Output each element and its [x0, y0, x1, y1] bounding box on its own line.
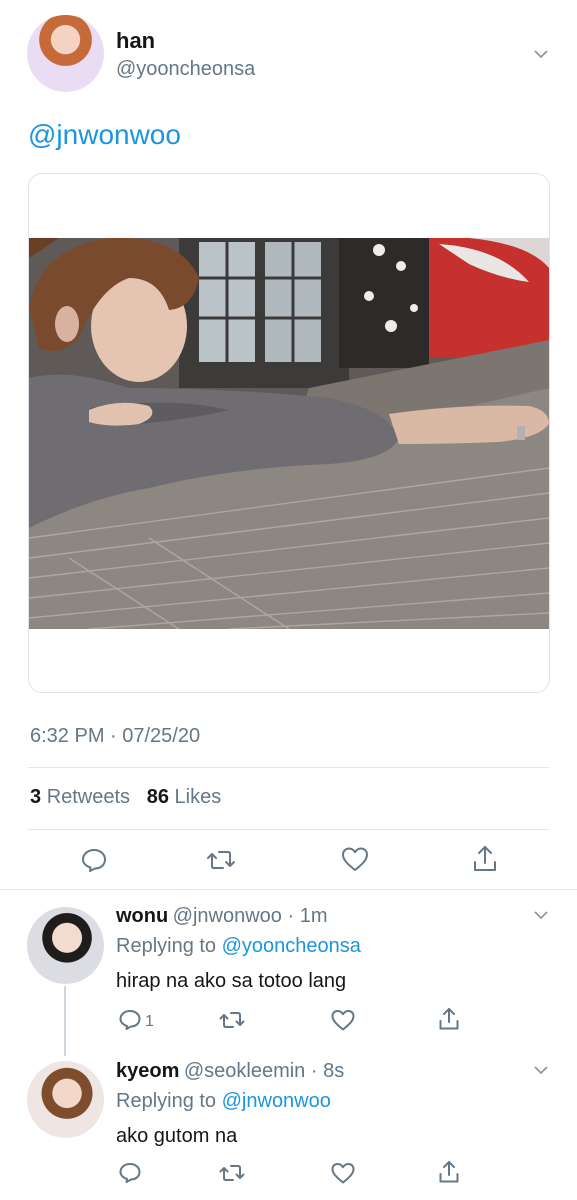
tweet-timestamp[interactable]: 6:32 PM · 07/25/20	[30, 725, 200, 748]
tweet-mention-link[interactable]: @jnwonwoo	[28, 119, 181, 151]
avatar[interactable]	[27, 907, 104, 984]
retweets-stat[interactable]: 3 Retweets	[30, 786, 130, 808]
retweets-count: 3	[30, 786, 42, 808]
chevron-down-icon[interactable]	[533, 907, 549, 923]
display-name[interactable]: wonu	[116, 905, 168, 927]
reply-icon[interactable]	[118, 1161, 142, 1185]
heart-icon[interactable]	[330, 1161, 356, 1185]
thread-line	[64, 986, 66, 1056]
replying-prefix: Replying to	[116, 935, 217, 957]
replying-to-link[interactable]: @yooncheonsa	[222, 935, 361, 957]
section-divider	[0, 889, 577, 890]
reply-header: kyeom @seokleemin · 8s	[116, 1060, 344, 1083]
reply-icon[interactable]	[118, 1008, 142, 1032]
retweets-label: Retweets	[46, 786, 131, 808]
share-icon[interactable]	[437, 1006, 461, 1032]
handle[interactable]: @yooncheonsa	[116, 58, 255, 81]
divider	[28, 767, 549, 768]
heart-icon[interactable]	[340, 845, 370, 873]
retweet-icon[interactable]	[218, 1161, 246, 1185]
replying-to-link[interactable]: @jnwonwoo	[222, 1090, 331, 1112]
retweet-icon[interactable]	[218, 1008, 246, 1032]
heart-icon[interactable]	[330, 1008, 356, 1032]
likes-label: Likes	[174, 786, 222, 808]
share-icon[interactable]	[437, 1159, 461, 1185]
reply-count: 1	[145, 1013, 154, 1030]
share-icon[interactable]	[471, 844, 499, 874]
photo-illustration	[29, 238, 549, 629]
reply-icon[interactable]	[80, 846, 108, 874]
handle-time[interactable]: @seokleemin · 8s	[184, 1060, 344, 1082]
avatar[interactable]	[27, 1061, 104, 1138]
reply-text: ako gutom na	[116, 1125, 238, 1147]
replying-to: Replying to @jnwonwoo	[116, 1090, 331, 1113]
replying-prefix: Replying to	[116, 1090, 217, 1112]
tweet-photo[interactable]	[29, 238, 549, 629]
likes-count: 86	[146, 786, 169, 808]
likes-stat[interactable]: 86 Likes	[147, 786, 222, 808]
reply-text: hirap na ako sa totoo lang	[116, 970, 347, 992]
replying-to: Replying to @yooncheonsa	[116, 935, 361, 958]
engagement-stats: 3 Retweets 86 Likes	[30, 786, 221, 809]
avatar[interactable]	[27, 15, 104, 92]
chevron-down-icon[interactable]	[533, 1062, 549, 1078]
display-name[interactable]: han	[116, 28, 155, 54]
display-name[interactable]: kyeom	[116, 1060, 179, 1082]
media-card[interactable]	[28, 173, 550, 693]
retweet-icon[interactable]	[205, 846, 237, 874]
handle-time[interactable]: @jnwonwoo · 1m	[173, 905, 328, 927]
reply-header: wonu @jnwonwoo · 1m	[116, 905, 327, 928]
divider	[28, 829, 549, 830]
chevron-down-icon[interactable]	[533, 46, 549, 62]
